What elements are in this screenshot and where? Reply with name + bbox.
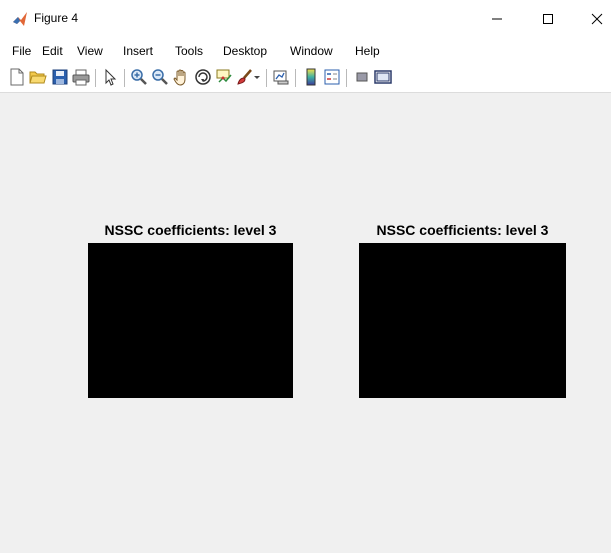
brush-dropdown-icon[interactable] [252,68,262,86]
insert-legend-icon[interactable] [323,68,341,86]
menu-tools[interactable]: Tools [175,43,203,59]
axes-2-title: NSSC coefficients: level 3 [376,222,549,238]
figure-toolbar [0,64,611,93]
axes-2-image[interactable] [359,243,566,398]
maximize-icon [543,14,553,24]
menu-view[interactable]: View [77,43,103,59]
pan-icon[interactable] [172,68,190,86]
zoom-out-icon[interactable] [151,68,169,86]
menu-bar: File Edit View Insert Tools Desktop Wind… [0,40,611,62]
rotate-3d-icon[interactable] [194,68,212,86]
open-file-icon[interactable] [29,68,47,86]
menu-help[interactable]: Help [355,43,380,59]
toolbar-separator [95,69,96,87]
toolbar-separator [124,69,125,87]
insert-colorbar-icon[interactable] [302,68,320,86]
print-icon[interactable] [72,68,90,86]
toolbar-separator [266,69,267,87]
new-figure-icon[interactable] [8,68,26,86]
show-plot-tools-icon[interactable] [374,68,392,86]
minimize-icon [492,18,502,20]
axes-1-title: NSSC coefficients: level 3 [104,222,277,238]
menu-desktop[interactable]: Desktop [223,43,267,59]
hide-plot-tools-icon[interactable] [353,68,371,86]
link-plot-icon[interactable] [272,68,290,86]
figure-canvas: NSSC coefficients: level 3 NSSC coeffici… [0,93,611,553]
zoom-in-icon[interactable] [130,68,148,86]
menu-edit[interactable]: Edit [42,43,63,59]
menu-insert[interactable]: Insert [123,43,153,59]
toolbar-separator [346,69,347,87]
close-button[interactable] [582,6,611,32]
maximize-button[interactable] [533,6,563,32]
window-title: Figure 4 [34,11,79,25]
close-icon [591,13,603,25]
menu-file[interactable]: File [12,43,31,59]
matlab-logo-icon [13,12,27,26]
edit-plot-icon[interactable] [101,68,119,86]
minimize-button[interactable] [482,6,512,32]
data-cursor-icon[interactable] [215,68,233,86]
title-bar: Figure 4 [0,0,611,38]
axes-1-image[interactable] [88,243,293,398]
toolbar-separator [295,69,296,87]
menu-window[interactable]: Window [290,43,333,59]
save-icon[interactable] [51,68,69,86]
